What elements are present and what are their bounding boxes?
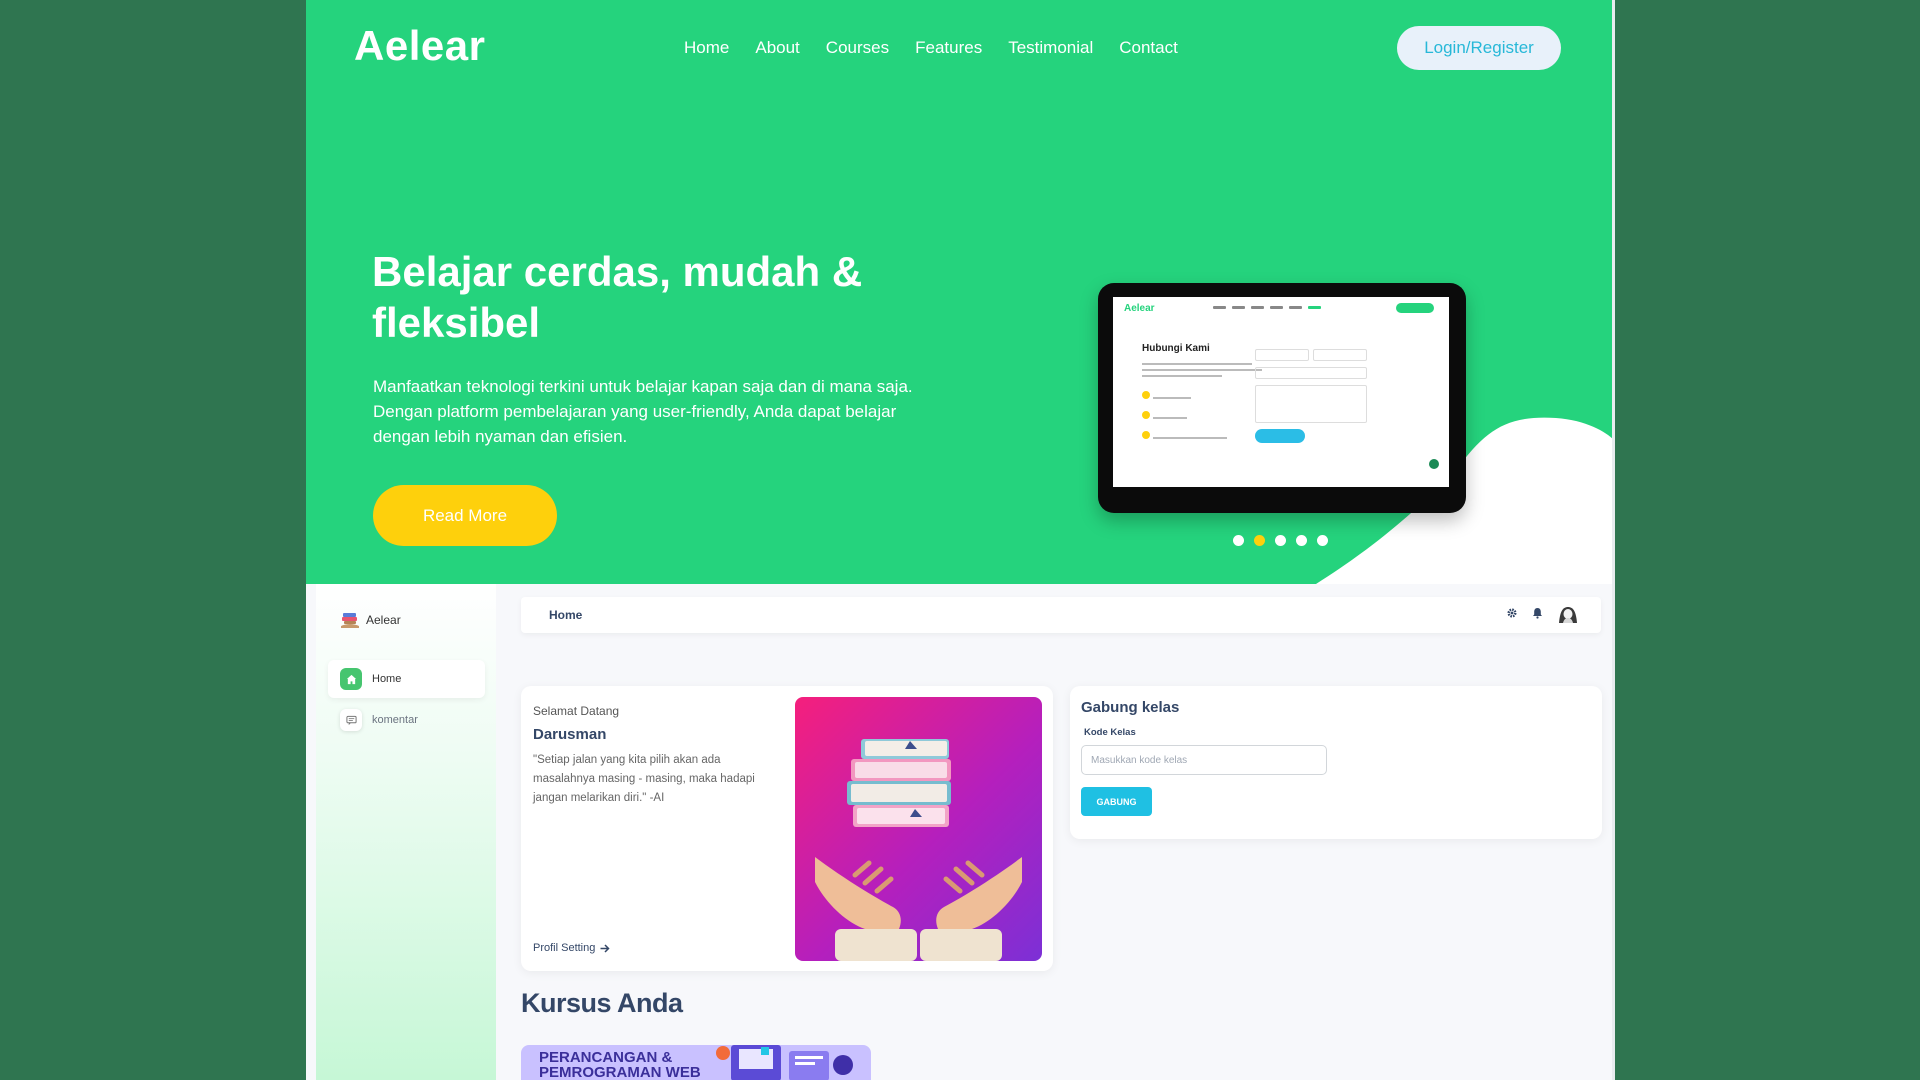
tablet-preview-send-button [1255,429,1305,443]
class-code-input[interactable] [1081,745,1327,775]
tablet-preview-email-dot [1142,391,1150,399]
tablet-preview-chat-icon [1429,459,1439,469]
tablet-preview-text-line [1142,375,1222,377]
courses-section-title: Kursus Anda [521,988,683,1018]
tablet-preview-textarea [1255,385,1367,423]
hero-section: Aelear Home About Courses Features Testi… [306,0,1614,584]
user-name: Darusman [533,726,607,743]
sidebar-item-komentar[interactable]: komentar [328,701,485,739]
course-card-title: PERANCANGAN & PEMROGRAMAN WEB [539,1050,701,1080]
main-nav: Home About Courses Features Testimonial … [684,38,1178,58]
home-icon [340,668,362,690]
nav-home[interactable]: Home [684,38,729,58]
comment-icon [340,709,362,731]
profile-setting-link[interactable]: Profil Setting [533,942,610,954]
welcome-card: Selamat Datang Darusman "Setiap jalan ya… [521,686,1053,971]
tablet-preview-nav [1213,306,1321,309]
join-class-title: Gabung kelas [1081,699,1180,716]
site-logo[interactable]: Aelear [354,22,485,70]
carousel-dot[interactable] [1317,535,1328,546]
sidebar-item-label: Home [372,673,402,685]
tablet-preview-text-line [1142,369,1262,371]
carousel-dot[interactable] [1275,535,1286,546]
nav-features[interactable]: Features [915,38,982,58]
course-title-line: PEMROGRAMAN WEB [539,1064,701,1080]
course-title-line: PERANCANGAN & [539,1049,673,1066]
course-card[interactable]: PERANCANGAN & PEMROGRAMAN WEB [521,1045,871,1080]
topbar-icons [1506,605,1579,625]
dashboard-topbar: Home [521,597,1601,633]
profile-setting-label: Profil Setting [533,942,596,954]
tablet-preview-title: Hubungi Kami [1142,343,1210,354]
hero-title: Belajar cerdas, mudah & fleksibel [372,248,863,346]
sidebar-item-label: komentar [372,714,418,726]
carousel-dot[interactable] [1233,535,1244,546]
tablet-preview-input [1255,367,1367,379]
page: Aelear Home About Courses Features Testi… [306,0,1614,1080]
sidebar-brand-label: Aelear [366,613,401,627]
tablet-preview-logo: Aelear [1124,303,1155,314]
arrow-right-icon [600,944,610,953]
nav-about[interactable]: About [755,38,799,58]
read-more-button[interactable]: Read More [373,485,557,546]
class-code-label: Kode Kelas [1084,727,1136,738]
tablet-screen: Aelear Hubungi Kami [1113,297,1449,487]
sidebar: Aelear Home komentar [316,584,496,1080]
carousel-dot-active[interactable] [1254,535,1265,546]
page-right-border [1612,0,1615,1080]
breadcrumb-title: Home [549,608,583,622]
tablet-preview-text-line [1153,397,1191,399]
hero-description: Manfaatkan teknologi terkini untuk belaj… [373,377,913,446]
tablet-preview-button [1396,303,1434,313]
gear-icon[interactable] [1506,606,1518,624]
nav-contact[interactable]: Contact [1119,38,1178,58]
sidebar-brand[interactable]: Aelear [340,610,401,630]
join-class-card: Gabung kelas Kode Kelas GABUNG [1070,686,1602,839]
tablet-preview-text-line [1142,363,1252,365]
welcome-quote: "Setiap jalan yang kita pilih akan ada m… [533,754,755,804]
nav-testimonial[interactable]: Testimonial [1008,38,1093,58]
carousel-dot[interactable] [1296,535,1307,546]
tablet-preview-text-line [1153,417,1187,419]
login-register-button[interactable]: Login/Register [1397,26,1561,70]
nav-courses[interactable]: Courses [826,38,889,58]
join-class-button[interactable]: GABUNG [1081,787,1152,816]
brand-books-icon [341,613,359,628]
books-hands-illustration [795,697,1042,961]
tablet-preview-text-line [1153,437,1227,439]
tablet-preview-input [1255,349,1309,361]
tablet-preview-location-dot [1142,431,1150,439]
carousel-dots [1233,535,1328,546]
tablet-preview-input [1313,349,1367,361]
welcome-greeting: Selamat Datang [533,704,620,718]
sidebar-item-home[interactable]: Home [328,660,485,698]
tablet-preview-mail-dot [1142,411,1150,419]
avatar[interactable] [1557,605,1579,625]
bell-icon[interactable] [1532,606,1543,624]
books-illustration-graphic [815,739,1022,961]
tablet-mockup: Aelear Hubungi Kami [1098,283,1466,513]
course-banner-illustration [716,1045,853,1080]
